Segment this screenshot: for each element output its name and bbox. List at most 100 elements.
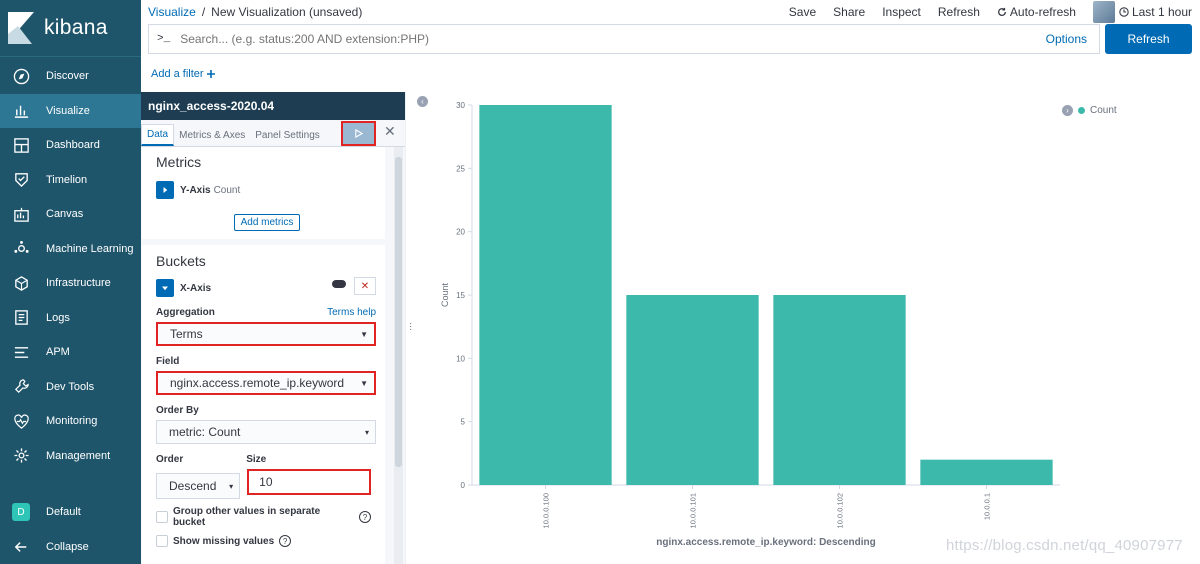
drag-handle-icon: · · · — [409, 318, 413, 335]
order-by-select[interactable]: metric: Count ▾ — [156, 420, 376, 444]
query-options-link[interactable]: Options — [1046, 32, 1087, 46]
tab-metrics-axes[interactable]: Metrics & Axes — [174, 124, 250, 146]
sidebar-item-visualize[interactable]: Visualize — [0, 93, 141, 128]
discard-changes-icon[interactable]: ✕ — [384, 123, 396, 140]
buckets-title: Buckets — [156, 253, 206, 269]
toggle-agg-switch[interactable] — [332, 280, 346, 288]
time-picker-button[interactable]: Last 1 hour — [1119, 5, 1192, 19]
sidebar-item-machine-learning[interactable]: Machine Learning — [0, 232, 141, 267]
y-axis-agg[interactable]: Y-Axis Count — [156, 181, 371, 199]
auto-refresh-button[interactable]: Auto-refresh — [997, 5, 1076, 19]
size-input[interactable]: 10 — [247, 469, 371, 495]
legend-color-swatch[interactable] — [1078, 107, 1085, 114]
watermark-text: https://blog.csdn.net/qq_40907977 — [946, 537, 1183, 554]
legend-entry-count[interactable]: Count — [1090, 105, 1117, 116]
sidebar-item-label: Machine Learning — [46, 242, 134, 255]
show-missing-checkbox[interactable] — [156, 535, 168, 547]
bar-chart-icon — [12, 102, 30, 120]
x-axis-label: X-Axis — [180, 282, 212, 294]
sidebar-item-logs[interactable]: Logs — [0, 301, 141, 336]
bar-10-0-0-100[interactable] — [479, 105, 612, 485]
caret-down-icon: ▼ — [360, 329, 368, 339]
editor-scrollbar[interactable] — [394, 147, 403, 564]
sidebar-item-discover[interactable]: Discover — [0, 59, 141, 94]
expand-toggle-button[interactable] — [156, 181, 174, 199]
y-tick-label: 5 — [461, 418, 466, 427]
space-selector[interactable]: D Default — [0, 495, 141, 530]
collapse-toggle-button[interactable] — [156, 279, 174, 297]
help-icon[interactable]: ? — [359, 511, 371, 523]
order-select[interactable]: Descend ▾ — [156, 473, 241, 499]
group-other-checkbox-row[interactable]: Group other values in separate bucket ? — [156, 506, 371, 528]
x-tick-label[interactable]: 10.0.0.1 — [983, 493, 992, 520]
x-tick-label[interactable]: 10.0.0.101 — [689, 493, 698, 528]
buckets-section: Buckets X-Axis ✕ Aggregation Terms help … — [142, 245, 385, 564]
metrics-title: Metrics — [156, 154, 202, 170]
sidebar-item-management[interactable]: Management — [0, 439, 141, 474]
collapse-button[interactable]: Collapse — [0, 530, 141, 564]
y-tick-label: 10 — [456, 354, 465, 363]
help-icon[interactable]: ? — [279, 535, 292, 547]
tab-panel-settings[interactable]: Panel Settings — [250, 124, 325, 146]
sidebar-item-timelion[interactable]: Timelion — [0, 163, 141, 198]
aggregation-select[interactable]: Terms ▼ — [156, 322, 376, 346]
x-tick-label[interactable]: 10.0.0.102 — [836, 493, 845, 528]
sidebar-item-apm[interactable]: APM — [0, 335, 141, 370]
group-other-checkbox[interactable] — [156, 511, 168, 523]
y-tick-label: 30 — [456, 101, 465, 110]
x-axis-title: nginx.access.remote_ip.keyword: Descendi… — [656, 537, 876, 548]
sidebar: kibana Discover Visualize Dashboard Timelio… — [0, 0, 141, 564]
legend-toggle-icon[interactable]: › — [1062, 105, 1073, 116]
tab-data[interactable]: Data — [141, 124, 175, 146]
aggregation-value: Terms — [170, 327, 203, 341]
inspect-button[interactable]: Inspect — [882, 5, 921, 19]
save-button[interactable]: Save — [789, 5, 816, 19]
remove-agg-button[interactable]: ✕ — [354, 277, 376, 295]
sidebar-item-dev-tools[interactable]: Dev Tools — [0, 370, 141, 405]
panel-resizer[interactable]: · · · — [405, 92, 415, 564]
top-actions: Save Share Inspect Refresh Auto-refresh … — [789, 0, 1200, 24]
refresh-button[interactable]: Refresh — [1105, 24, 1192, 54]
logs-icon — [12, 309, 30, 327]
terms-help-link[interactable]: Terms help — [327, 307, 376, 318]
sidebar-item-label: Management — [46, 449, 111, 462]
apply-changes-button[interactable] — [341, 121, 376, 146]
bar-10-0-0-102[interactable] — [773, 295, 906, 485]
sidebar-item-infrastructure[interactable]: Infrastructure — [0, 266, 141, 301]
x-tick-label[interactable]: 10.0.0.100 — [542, 493, 551, 528]
sidebar-item-label: Dashboard — [46, 139, 100, 152]
order-by-value: metric: Count — [169, 425, 241, 439]
breadcrumb-visualize[interactable]: Visualize — [148, 5, 196, 19]
sidebar-item-dashboard[interactable]: Dashboard — [0, 128, 141, 163]
sidebar-item-monitoring[interactable]: Monitoring — [0, 404, 141, 439]
sidebar-bottom: D Default Collapse — [0, 495, 141, 564]
avatar[interactable] — [1092, 1, 1115, 23]
sidebar-item-canvas[interactable]: Canvas — [0, 197, 141, 232]
bar-10-0-0-101[interactable] — [626, 295, 759, 485]
query-prompt-icon: >_ — [157, 33, 171, 45]
kibana-logo-icon — [8, 12, 34, 44]
caret-down-icon: ▼ — [360, 378, 368, 388]
x-axis-agg: X-Axis ✕ — [156, 277, 376, 297]
bar-10-0-0-1[interactable] — [920, 459, 1053, 485]
show-missing-label: Show missing values — [173, 535, 275, 547]
sidebar-item-label: Visualize — [46, 104, 90, 117]
sidebar-item-label: Logs — [46, 311, 70, 324]
caret-down-icon: ▾ — [364, 427, 369, 437]
query-bar: >_ Options — [148, 24, 1100, 54]
ml-icon — [12, 240, 30, 258]
kibana-logo[interactable]: kibana — [0, 0, 141, 57]
share-button[interactable]: Share — [833, 5, 865, 19]
show-missing-checkbox-row[interactable]: Show missing values ? — [156, 535, 371, 547]
order-label: Order — [156, 454, 184, 465]
refresh-link[interactable]: Refresh — [938, 5, 980, 19]
search-input[interactable] — [180, 32, 1046, 46]
add-filter-link[interactable]: Add a filter — [151, 68, 215, 80]
add-filter-label: Add a filter — [151, 68, 204, 80]
y-axis-title: Count — [440, 283, 450, 308]
scroll-thumb[interactable] — [395, 157, 402, 467]
add-metrics-button[interactable]: Add metrics — [234, 214, 300, 231]
vis-editor-sidebar: nginx_access-2020.04 Data Metrics & Axes… — [141, 92, 405, 564]
plus-icon — [206, 70, 215, 78]
field-select[interactable]: nginx.access.remote_ip.keyword ▼ — [156, 371, 376, 395]
